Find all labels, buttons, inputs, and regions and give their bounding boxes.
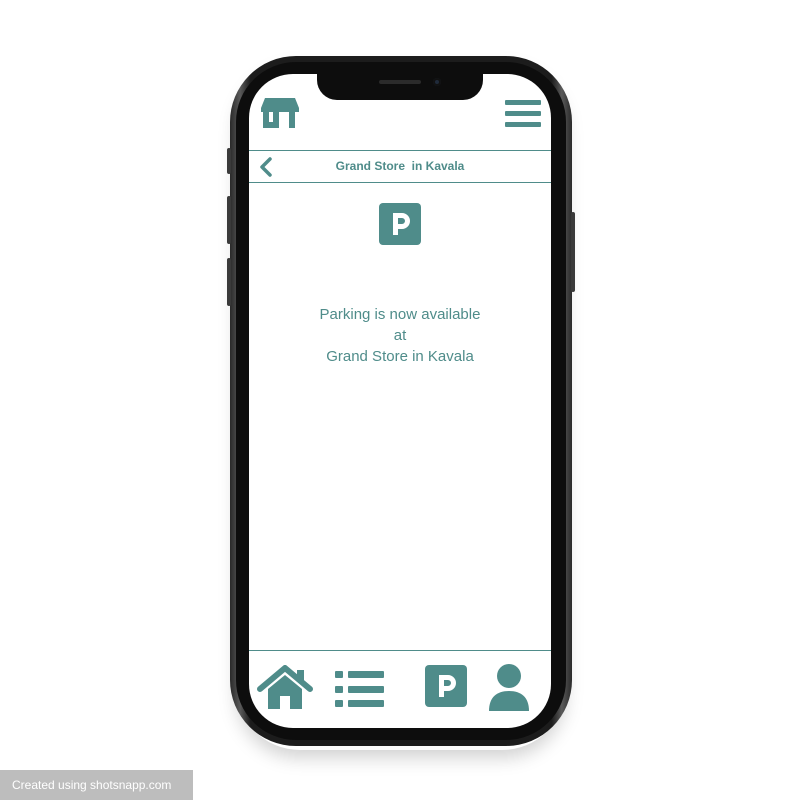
user-icon xyxy=(489,664,529,711)
volume-down-button xyxy=(227,258,231,306)
parking-icon xyxy=(379,203,421,245)
store-icon[interactable] xyxy=(259,96,301,130)
nav-home-button[interactable] xyxy=(257,665,313,711)
nav-parking-button[interactable] xyxy=(425,665,467,707)
list-icon xyxy=(335,671,384,707)
message-line: Parking is now available xyxy=(319,306,481,323)
parking-icon xyxy=(425,665,467,707)
bottom-nav xyxy=(249,650,551,728)
page-title: Grand Store in Kavala xyxy=(335,159,465,173)
nav-profile-button[interactable] xyxy=(487,663,531,713)
chevron-left-icon[interactable] xyxy=(259,157,273,177)
mute-switch xyxy=(227,148,231,174)
hamburger-menu-icon[interactable] xyxy=(505,98,541,130)
notch xyxy=(317,74,483,100)
nav-list-button[interactable] xyxy=(335,669,385,709)
phone-screen: Grand Store in Kavala Parking is now ava… xyxy=(249,74,551,728)
page-header: Grand Store in Kavala xyxy=(249,150,551,183)
speaker-grille xyxy=(379,80,421,84)
watermark-credit: Created using shotsnapp.com xyxy=(0,770,193,800)
message-line: at xyxy=(393,327,407,344)
volume-up-button xyxy=(227,196,231,244)
front-camera xyxy=(433,78,441,86)
power-button xyxy=(571,212,575,292)
parking-message: Parking is now available at Grand Store … xyxy=(249,304,551,367)
home-icon xyxy=(257,665,313,709)
message-line: Grand Store in Kavala xyxy=(326,348,474,365)
stage: Grand Store in Kavala Parking is now ava… xyxy=(0,0,800,800)
